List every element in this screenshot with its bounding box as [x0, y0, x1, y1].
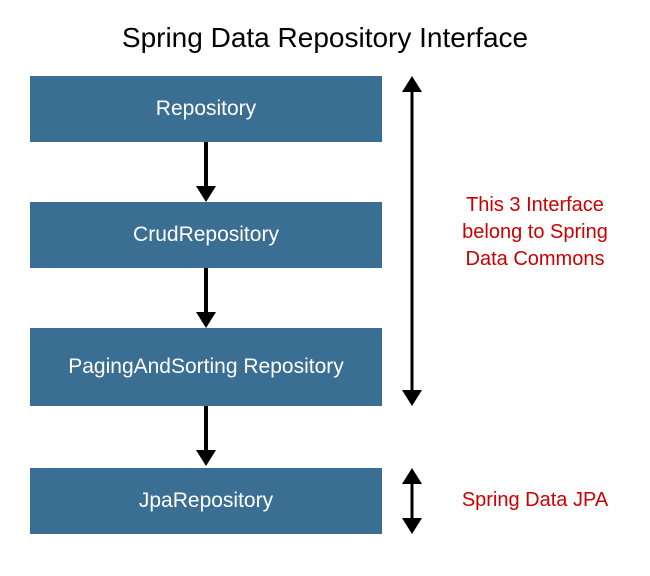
box-jparepository-label: JpaRepository	[139, 488, 273, 513]
arrow-head-down-icon	[402, 390, 422, 406]
bracket-line	[411, 90, 414, 392]
annotation-spring-data-commons: This 3 Interface belong to Spring Data C…	[440, 192, 630, 273]
annotation-spring-data-jpa: Spring Data JPA	[440, 487, 630, 514]
box-repository-label: Repository	[156, 96, 256, 121]
box-pagingandsorting-label: PagingAndSorting Repository	[68, 354, 344, 379]
arrow-head-down-icon	[402, 518, 422, 534]
arrow-head-down-icon	[196, 186, 216, 202]
arrow-line	[204, 268, 208, 314]
box-pagingandsorting: PagingAndSorting Repository	[30, 328, 382, 406]
box-repository: Repository	[30, 76, 382, 142]
arrow-line	[204, 142, 208, 188]
arrow-head-down-icon	[196, 450, 216, 466]
arrow-head-down-icon	[196, 312, 216, 328]
box-crudrepository: CrudRepository	[30, 202, 382, 268]
box-jparepository: JpaRepository	[30, 468, 382, 534]
diagram-area: Repository CrudRepository PagingAndSorti…	[0, 62, 650, 572]
box-crudrepository-label: CrudRepository	[133, 222, 279, 247]
diagram-title: Spring Data Repository Interface	[0, 0, 650, 62]
arrow-line	[204, 406, 208, 452]
bracket-line	[411, 482, 414, 520]
